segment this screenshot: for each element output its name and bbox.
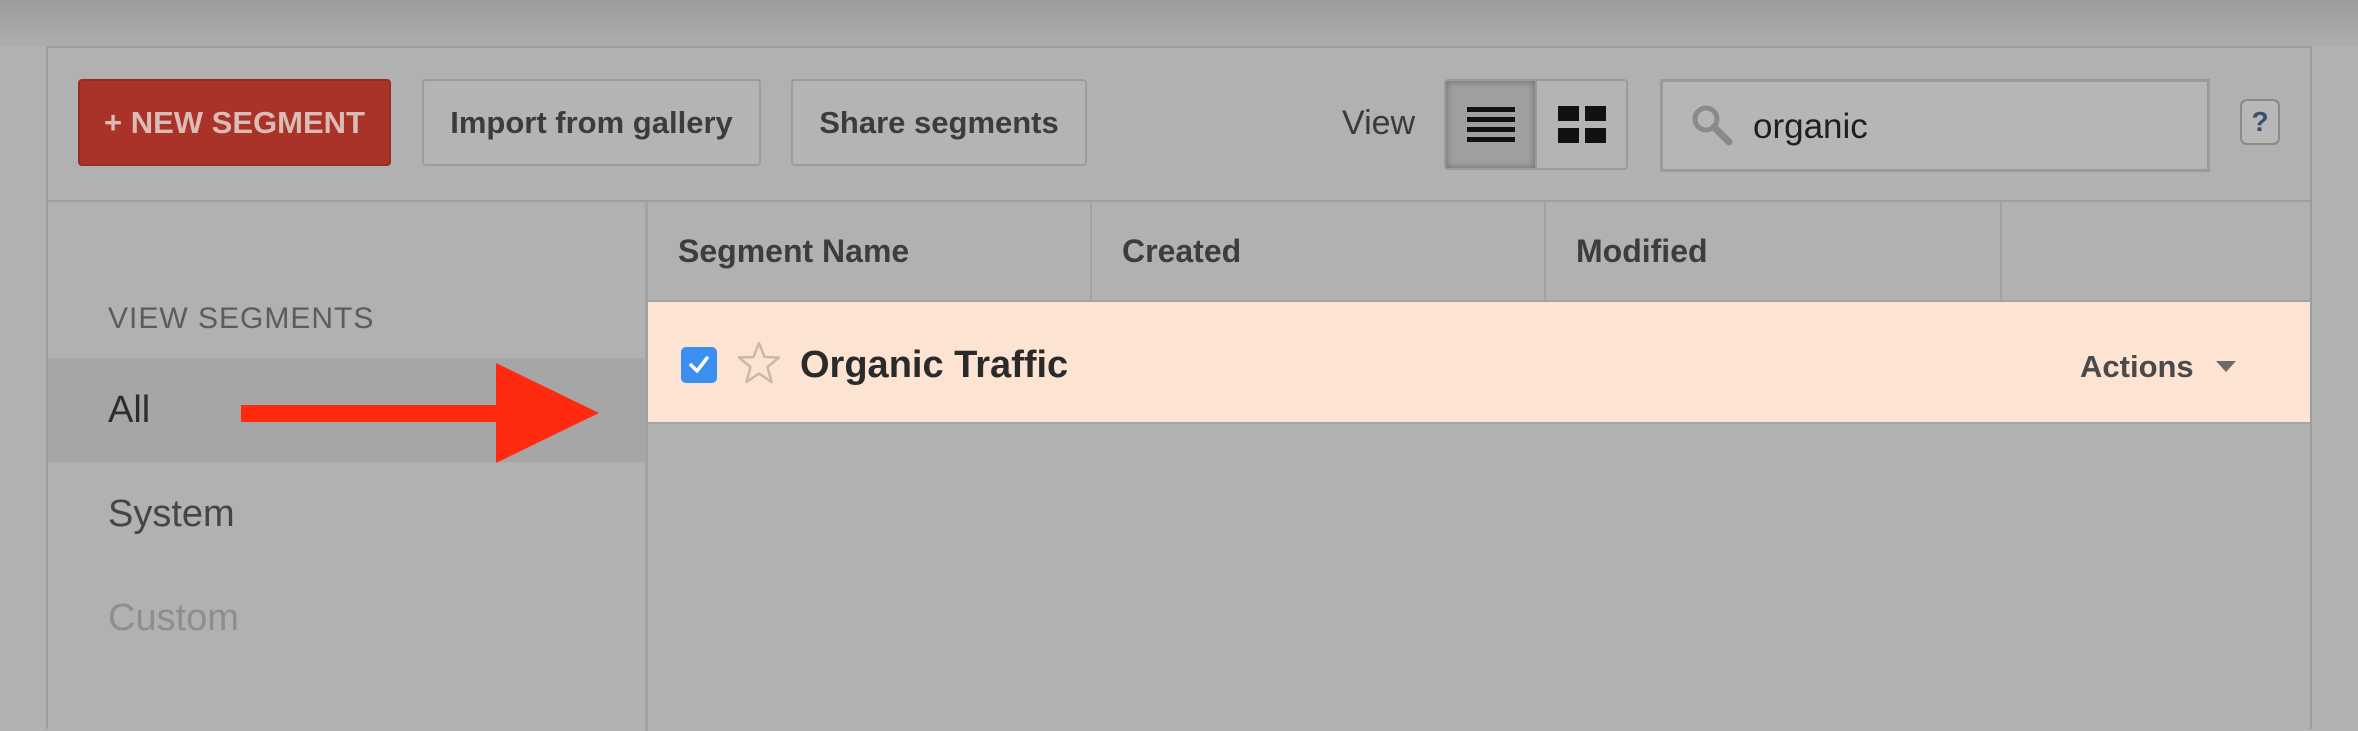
grid-view-icon [1557,105,1606,143]
column-header-created[interactable]: Created [1092,202,1546,300]
sidebar: VIEW SEGMENTS All System Custom [48,202,648,731]
sidebar-item-custom[interactable]: Custom [48,566,645,670]
list-view-button[interactable] [1446,81,1537,168]
table-header: Segment Name Created Modified [648,202,2310,302]
view-toggle [1444,79,1628,170]
segments-panel: + NEW SEGMENT Import from gallery Share … [46,46,2312,731]
checkmark-icon [689,356,709,373]
search-box [1660,79,2210,172]
new-segment-button[interactable]: + NEW SEGMENT [78,79,391,166]
caret-down-icon [2215,361,2236,372]
sidebar-title: VIEW SEGMENTS [108,302,375,335]
top-shade [0,0,2358,46]
toolbar: + NEW SEGMENT Import from gallery Share … [48,48,2310,202]
sidebar-item-system[interactable]: System [48,462,645,566]
grid-view-button[interactable] [1537,81,1626,168]
column-header-modified[interactable]: Modified [1546,202,2002,300]
view-label: View [1342,104,1416,142]
import-from-gallery-button[interactable]: Import from gallery [422,79,761,166]
list-view-icon [1466,106,1515,142]
help-button[interactable]: ? [2240,99,2280,145]
segment-name-link[interactable]: Organic Traffic [800,344,1068,387]
table-row[interactable]: Organic Traffic Actions [648,302,2310,424]
segments-table: Segment Name Created Modified Organic Tr… [648,202,2310,731]
star-icon[interactable] [736,340,782,386]
search-icon [1692,105,1733,146]
share-segments-button[interactable]: Share segments [791,79,1087,166]
actions-dropdown[interactable]: Actions [2080,349,2236,385]
column-header-segment-name[interactable]: Segment Name [648,202,1092,300]
column-header-actions [2002,202,2310,300]
arrow-right-icon [241,363,599,463]
search-input[interactable] [1751,98,2175,156]
actions-label: Actions [2080,349,2194,384]
row-checkbox[interactable] [681,347,717,383]
